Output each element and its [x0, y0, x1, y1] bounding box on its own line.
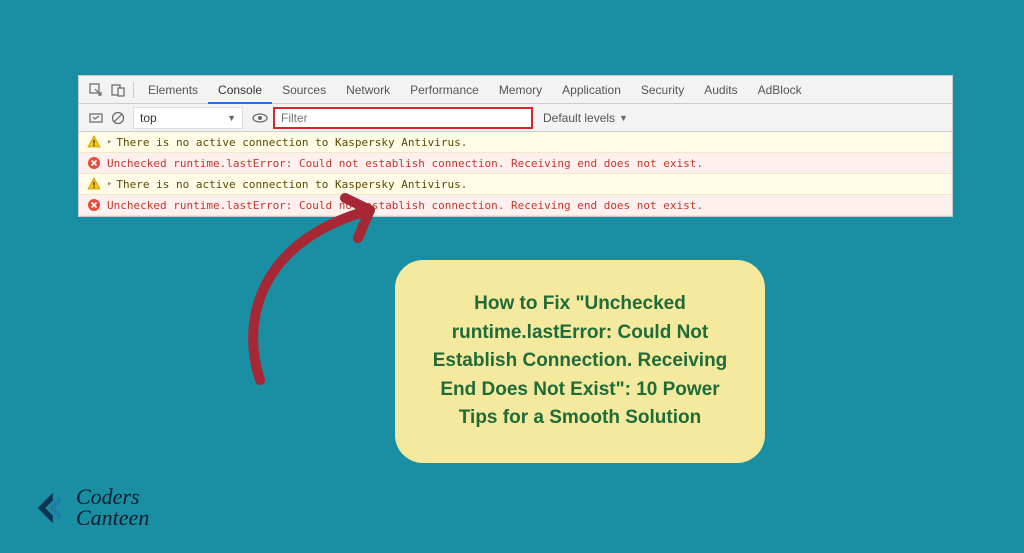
tab-console[interactable]: Console	[208, 76, 272, 104]
log-row[interactable]: ▸ There is no active connection to Kaspe…	[79, 174, 952, 195]
devtools-panel: Elements Console Sources Network Perform…	[78, 75, 953, 217]
logo-mark-icon	[32, 489, 70, 527]
chevron-down-icon: ▼	[227, 113, 236, 123]
error-icon	[87, 198, 101, 212]
pointer-arrow-icon	[230, 190, 410, 390]
device-toggle-icon[interactable]	[109, 81, 127, 99]
log-text: There is no active connection to Kaspers…	[116, 178, 467, 191]
chevron-down-icon: ▼	[619, 113, 628, 123]
console-toolbar: top ▼ Default levels ▼	[79, 104, 952, 132]
log-text: There is no active connection to Kaspers…	[116, 136, 467, 149]
clear-console-icon[interactable]	[109, 109, 127, 127]
tab-audits[interactable]: Audits	[694, 76, 747, 104]
log-text: Unchecked runtime.lastError: Could not e…	[107, 199, 703, 212]
tab-performance[interactable]: Performance	[400, 76, 489, 104]
separator	[133, 82, 134, 98]
brand-logo: Coders Canteen	[32, 487, 149, 529]
warning-icon	[87, 135, 101, 149]
logo-line2: Canteen	[76, 508, 149, 529]
tab-memory[interactable]: Memory	[489, 76, 552, 104]
logo-text: Coders Canteen	[76, 487, 149, 529]
callout-title: How to Fix "Unchecked runtime.lastError:…	[423, 290, 737, 433]
live-expression-icon[interactable]	[251, 109, 269, 127]
tab-application[interactable]: Application	[552, 76, 631, 104]
expand-arrow-icon: ▸	[107, 179, 112, 189]
expand-arrow-icon: ▸	[107, 137, 112, 147]
levels-label: Default levels	[543, 111, 615, 125]
warning-icon	[87, 177, 101, 191]
tab-security[interactable]: Security	[631, 76, 694, 104]
tab-elements[interactable]: Elements	[138, 76, 208, 104]
console-log-body: ▸ There is no active connection to Kaspe…	[79, 132, 952, 216]
inspect-icon[interactable]	[87, 81, 105, 99]
console-drawer-icon[interactable]	[87, 109, 105, 127]
log-levels-select[interactable]: Default levels ▼	[543, 111, 628, 125]
article-callout: How to Fix "Unchecked runtime.lastError:…	[395, 260, 765, 463]
filter-input[interactable]	[273, 107, 533, 129]
devtools-tabs: Elements Console Sources Network Perform…	[79, 76, 952, 104]
tab-network[interactable]: Network	[336, 76, 400, 104]
log-row[interactable]: Unchecked runtime.lastError: Could not e…	[79, 195, 952, 216]
error-icon	[87, 156, 101, 170]
context-value: top	[140, 111, 157, 125]
log-text: Unchecked runtime.lastError: Could not e…	[107, 157, 703, 170]
log-row[interactable]: ▸ There is no active connection to Kaspe…	[79, 132, 952, 153]
tab-adblock[interactable]: AdBlock	[748, 76, 812, 104]
tab-sources[interactable]: Sources	[272, 76, 336, 104]
log-row[interactable]: Unchecked runtime.lastError: Could not e…	[79, 153, 952, 174]
context-select[interactable]: top ▼	[133, 107, 243, 129]
